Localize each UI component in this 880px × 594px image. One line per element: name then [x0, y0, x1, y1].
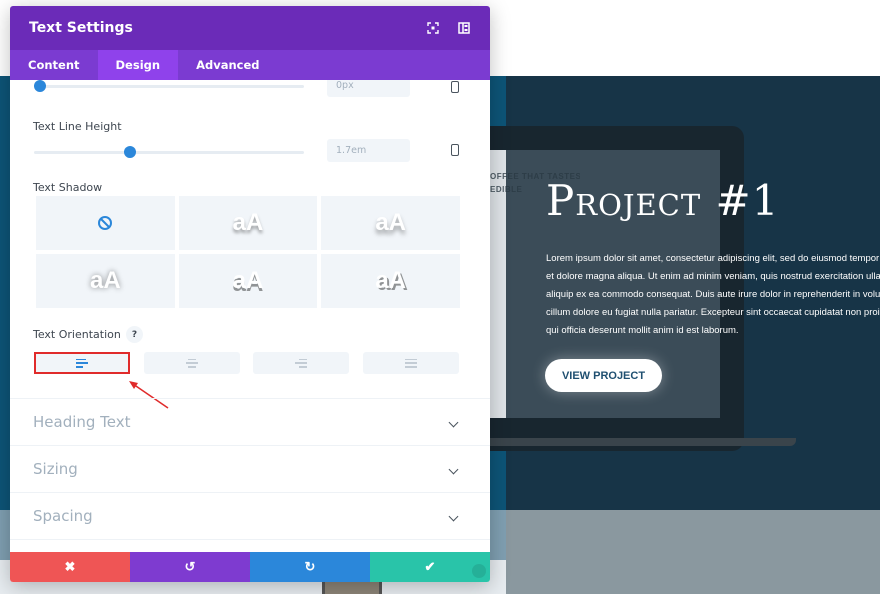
- laptop-base: [476, 438, 796, 446]
- hero-body-line: cillum dolore eu fugiat nulla pariatur. …: [546, 307, 880, 318]
- tab-design[interactable]: Design: [97, 50, 179, 80]
- modal-footer: ✖ ↺ ↻ ✔: [10, 552, 490, 582]
- section-label: Spacing: [33, 507, 93, 525]
- cancel-button[interactable]: ✖: [10, 552, 130, 582]
- tab-content[interactable]: Content: [10, 50, 98, 80]
- modal-header: Text Settings: [10, 6, 490, 50]
- modal-title: Text Settings: [29, 20, 133, 36]
- undo-button[interactable]: ↺: [130, 552, 250, 582]
- section-label: Sizing: [33, 460, 78, 478]
- builder-stage: OFFEE THAT TASTES EDIBLE Project #1 Lore…: [0, 0, 880, 594]
- tab-advanced[interactable]: Advanced: [178, 50, 277, 80]
- text-settings-modal: Text Settings Content Design Advanced 0p…: [10, 6, 490, 582]
- split-view-icon[interactable]: [456, 20, 472, 36]
- chevron-down-icon: [448, 417, 459, 427]
- redo-icon: ↻: [304, 559, 316, 574]
- check-icon: ✔: [424, 559, 436, 574]
- chevron-down-icon: [448, 464, 459, 474]
- undo-icon: ↺: [184, 559, 196, 574]
- redo-button[interactable]: ↻: [250, 552, 370, 582]
- close-icon: ✖: [64, 559, 76, 574]
- hero-body-line: Lorem ipsum dolor sit amet, consectetur …: [546, 253, 880, 264]
- section-label: Heading Text: [33, 413, 131, 431]
- section-spacing[interactable]: Spacing: [10, 492, 490, 539]
- modal-body: Text Line Height Text Shadow aA aA aA aA…: [10, 80, 490, 552]
- view-project-button[interactable]: VIEW PROJECT: [545, 359, 662, 392]
- section-heading-text[interactable]: Heading Text: [10, 398, 490, 445]
- hero-title: Project #1: [546, 176, 780, 225]
- section-sizing[interactable]: Sizing: [10, 445, 490, 492]
- expand-icon[interactable]: [425, 20, 441, 36]
- hero-body-text: Lorem ipsum dolor sit amet, consectetur …: [546, 250, 880, 340]
- chevron-down-icon: [448, 511, 459, 521]
- modal-tabs: Content Design Advanced: [10, 50, 490, 80]
- hero-body-line: et dolore magna aliqua. Ut enim ad minim…: [546, 271, 880, 282]
- section-divider: [10, 539, 490, 552]
- hero-body-line: qui officia deserunt mollit anim id est …: [546, 325, 739, 336]
- resize-handle-icon[interactable]: [472, 564, 486, 578]
- hero-body-line: aliquip ex ea commodo consequat. Duis au…: [546, 289, 880, 300]
